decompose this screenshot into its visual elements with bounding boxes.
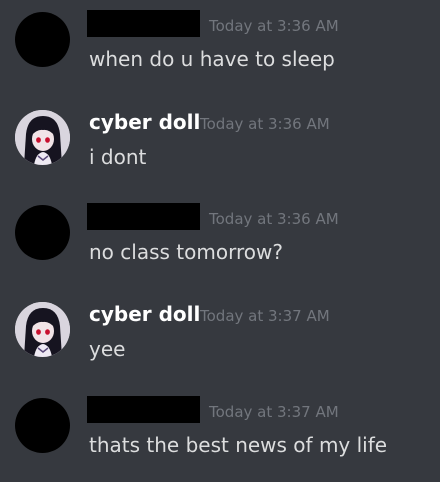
avatar[interactable]	[15, 302, 70, 357]
avatar[interactable]	[15, 398, 70, 453]
message-group: cyber doll Today at 3:36 AM i dont	[0, 98, 440, 188]
message-group: Today at 3:36 AM no class tomorrow?	[0, 193, 440, 283]
message-timestamp: Today at 3:36 AM	[209, 17, 339, 35]
username[interactable]: cyber doll	[89, 109, 200, 135]
message-text: i dont	[89, 145, 147, 169]
anime-girl-avatar-icon	[15, 110, 70, 165]
redacted-username	[87, 10, 200, 37]
message-timestamp: Today at 3:36 AM	[209, 210, 339, 228]
message-text: no class tomorrow?	[89, 240, 283, 264]
message-timestamp: Today at 3:37 AM	[209, 403, 339, 421]
avatar[interactable]	[15, 12, 70, 67]
message-timestamp: Today at 3:37 AM	[200, 307, 330, 325]
redacted-username	[87, 396, 200, 423]
username[interactable]: cyber doll	[89, 301, 200, 327]
anime-girl-avatar-icon	[15, 302, 70, 357]
redacted-username	[87, 203, 200, 230]
message-timestamp: Today at 3:36 AM	[200, 115, 330, 133]
avatar[interactable]	[15, 205, 70, 260]
message-text: thats the best news of my life	[89, 433, 388, 457]
avatar[interactable]	[15, 110, 70, 165]
chat-log: Today at 3:36 AM when do u have to sleep…	[0, 0, 440, 482]
message-group: Today at 3:36 AM when do u have to sleep	[0, 0, 440, 90]
message-group: Today at 3:37 AM thats the best news of …	[0, 386, 440, 476]
message-text: when do u have to sleep	[89, 47, 335, 71]
message-group: cyber doll Today at 3:37 AM yee	[0, 290, 440, 380]
message-text: yee	[89, 337, 126, 361]
